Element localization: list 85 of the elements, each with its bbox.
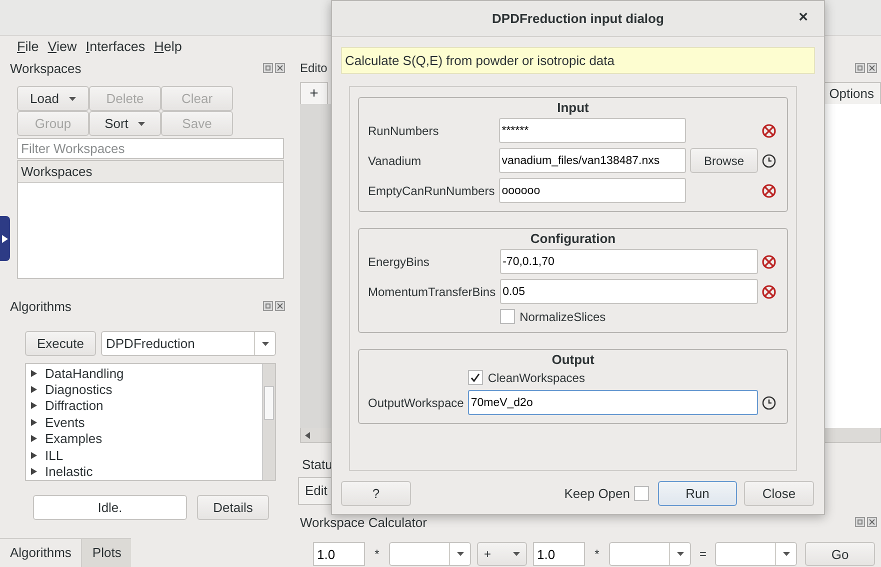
expand-arrow-icon[interactable]	[31, 386, 37, 394]
toolbar-button[interactable]: Load	[17, 86, 89, 111]
clock-icon[interactable]	[762, 396, 776, 410]
number-field[interactable]: 1.0	[313, 542, 365, 566]
run-button[interactable]: Run	[658, 481, 737, 506]
menu-item[interactable]: View	[48, 39, 77, 58]
help-button[interactable]: ?	[341, 481, 411, 506]
expand-arrow-icon[interactable]	[31, 418, 37, 426]
expand-arrow-icon[interactable]	[31, 468, 37, 476]
expand-arrow-icon[interactable]	[31, 435, 37, 442]
close-button[interactable]: Close	[744, 481, 814, 506]
panel-title: Edito	[300, 61, 328, 75]
dock-buttons-icon[interactable]	[855, 63, 877, 73]
input-field[interactable]: 0.05	[500, 279, 758, 304]
dock-buttons-icon[interactable]	[855, 517, 877, 527]
dock-buttons-icon[interactable]	[263, 63, 285, 73]
number-field[interactable]: 1.0	[533, 542, 585, 566]
field-label: EnergyBins	[368, 254, 430, 268]
menu-item[interactable]: File	[17, 39, 39, 58]
scroll-left-icon[interactable]	[305, 432, 310, 438]
input-field[interactable]: vanadium_files/van138487.nxs	[498, 148, 686, 173]
expand-arrow-icon[interactable]	[31, 370, 37, 377]
tree-item[interactable]: Examples	[26, 430, 262, 447]
operator-dropdown[interactable]: +	[477, 542, 527, 566]
tree-item[interactable]: DataHandling	[26, 365, 262, 382]
input-field[interactable]: ******	[498, 118, 686, 143]
group-title: Configuration	[530, 231, 616, 246]
panel-title: Statu	[302, 457, 332, 472]
input-field[interactable]: 70meV_d2o	[468, 390, 758, 415]
menu-item[interactable]: Help	[154, 39, 182, 58]
filter-field[interactable]: Filter Workspaces	[17, 138, 284, 159]
go-button[interactable]: Go	[805, 542, 875, 566]
clock-icon[interactable]	[762, 154, 776, 168]
details-button[interactable]: Details	[197, 495, 269, 520]
panel-title: Workspaces	[10, 60, 82, 76]
field-label: OutputWorkspace	[368, 396, 464, 410]
check-icon	[470, 372, 480, 382]
panel-title: Algorithms	[10, 298, 72, 314]
tab[interactable]: Algorithms	[0, 538, 82, 567]
field-label: Vanadium	[368, 154, 422, 168]
tree-item[interactable]: Diffraction	[26, 398, 262, 414]
caret-icon	[138, 122, 146, 126]
dock-buttons-icon[interactable]	[263, 301, 285, 311]
tree-item[interactable]: ILL	[26, 446, 262, 464]
side-handle[interactable]	[0, 216, 10, 261]
operator-label: =	[698, 547, 708, 561]
menu-item[interactable]: Interfaces	[86, 39, 146, 58]
field-label: RunNumbers	[368, 124, 440, 138]
tab[interactable]: Options	[822, 82, 881, 104]
algorithm-dropdown[interactable]: DPDFreduction	[101, 331, 276, 356]
field-label: EmptyCanRunNumbers	[368, 184, 495, 198]
execute-button[interactable]: Execute	[25, 331, 96, 356]
list-header: Workspaces	[18, 161, 283, 183]
expand-arrow-icon[interactable]	[31, 452, 37, 459]
tree-item[interactable]: Inelastic	[26, 463, 262, 480]
caret-icon	[456, 552, 464, 556]
caret-icon	[262, 342, 268, 346]
close-button[interactable]: ×	[796, 9, 810, 27]
caret-icon	[68, 96, 76, 100]
keep-open-checkbox[interactable]: Keep Open	[564, 486, 649, 501]
browse-button[interactable]: Browse	[690, 148, 758, 173]
toolbar-button[interactable]: Sort	[89, 111, 161, 136]
tree-item[interactable]: Events	[26, 414, 262, 431]
status-field: Idle.	[33, 495, 187, 520]
tree-item[interactable]: Diagnostics	[26, 381, 262, 398]
window-title: DPDFreduction input dialog	[492, 11, 664, 26]
operator-label: *	[374, 547, 380, 561]
group-title: Input	[557, 100, 589, 115]
checkbox[interactable]: NormalizeSlices	[500, 309, 754, 324]
scrollbar[interactable]	[262, 364, 275, 480]
tab[interactable]: Edit	[298, 477, 332, 505]
expand-arrow-icon[interactable]	[31, 402, 37, 410]
panel-title: Workspace Calculator	[300, 514, 427, 530]
field-label: MomentumTransferBins	[368, 284, 496, 298]
checkbox[interactable]: CleanWorkspaces	[468, 370, 754, 385]
operator-label: *	[594, 547, 600, 561]
add-tab-button[interactable]: +	[300, 82, 328, 104]
description-text: Calculate S(Q,E) from powder or isotropic data	[341, 47, 815, 74]
input-field[interactable]: -70,0.1,70	[500, 249, 758, 274]
tab[interactable]: Plots	[82, 538, 132, 567]
group-title: Output	[552, 352, 594, 367]
caret-icon	[513, 552, 520, 556]
caret-icon	[782, 552, 790, 556]
caret-icon	[676, 552, 684, 556]
input-field[interactable]: oooooo	[498, 178, 686, 203]
